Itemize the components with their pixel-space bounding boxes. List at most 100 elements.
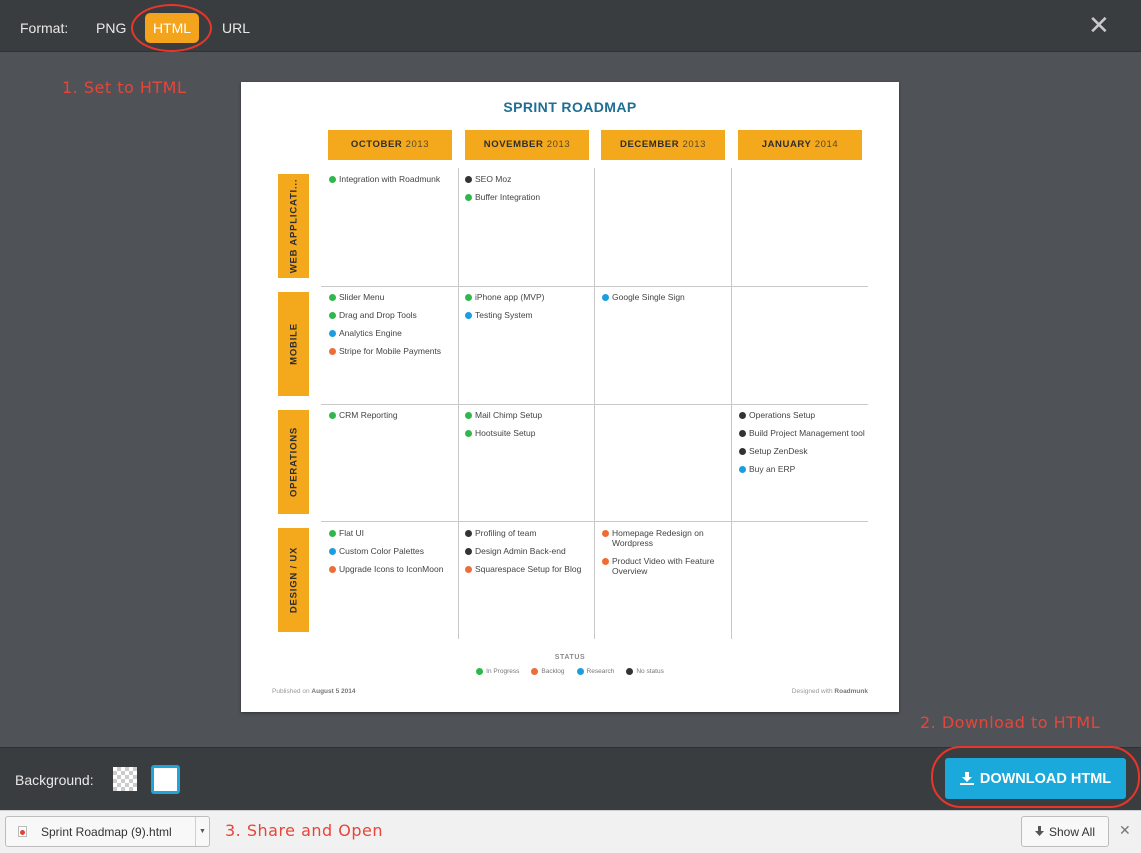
format-option-png[interactable]: PNG xyxy=(96,20,126,36)
roadmap-item[interactable]: Custom Color Palettes xyxy=(329,546,457,556)
roadmap-title: SPRINT ROADMAP xyxy=(503,99,637,115)
designed-with: Designed with Roadmunk xyxy=(792,688,868,695)
roadmap-item[interactable]: Profiling of team xyxy=(465,528,593,538)
column-month: DECEMBER xyxy=(620,139,680,150)
download-icon xyxy=(959,772,974,785)
download-arrow-icon xyxy=(1034,826,1044,836)
download-item[interactable]: Sprint Roadmap (9).html ▼ xyxy=(5,816,210,847)
roadmap-item[interactable]: CRM Reporting xyxy=(329,410,457,420)
roadmap-item[interactable]: Setup ZenDesk xyxy=(739,446,867,456)
roadmap-item[interactable]: Buffer Integration xyxy=(465,192,593,202)
roadmap-item[interactable]: Hootsuite Setup xyxy=(465,428,593,438)
roadmap-cell: SEO Moz Buffer Integration xyxy=(465,174,593,210)
column-header-january: JANUARY 2014 xyxy=(738,130,862,160)
roadmap-item-label: Drag and Drop Tools xyxy=(339,310,417,320)
legend-dot xyxy=(476,668,484,675)
format-bar: Format: PNG HTML URL ✕ xyxy=(0,0,1141,52)
roadmap-cell: iPhone app (MVP) Testing System xyxy=(465,292,593,328)
roadmap-item[interactable]: Buy an ERP xyxy=(739,464,867,474)
background-white-swatch[interactable] xyxy=(151,765,180,794)
lane-header-web-applications: WEB APPLICATI... xyxy=(278,174,309,278)
download-html-button[interactable]: DOWNLOAD HTML xyxy=(945,758,1126,799)
roadmap-item[interactable]: Testing System xyxy=(465,310,593,320)
roadmap-item[interactable]: iPhone app (MVP) xyxy=(465,292,593,302)
column-header-december: DECEMBER 2013 xyxy=(601,130,725,160)
roadmap-item-label: Custom Color Palettes xyxy=(339,546,425,556)
status-dot xyxy=(329,311,336,319)
roadmap-item[interactable]: Design Admin Back-end xyxy=(465,546,593,556)
legend-dot xyxy=(626,668,634,675)
status-dot xyxy=(739,447,746,455)
column-month: NOVEMBER xyxy=(483,139,544,150)
roadmap-item-label: Stripe for Mobile Payments xyxy=(339,346,442,356)
roadmap-item-label: Product Video with Feature Overview xyxy=(612,556,715,576)
roadmap-item-label: Analytics Engine xyxy=(339,328,402,338)
roadmap-cell: CRM Reporting xyxy=(329,410,457,428)
roadmap-item-label: SEO Moz xyxy=(475,174,512,184)
roadmap-item[interactable]: Flat UI xyxy=(329,528,457,538)
roadmap-item[interactable]: Stripe for Mobile Payments xyxy=(329,346,457,356)
roadmap-item[interactable]: Slider Menu xyxy=(329,292,457,302)
legend-item: Research xyxy=(576,668,615,675)
status-dot xyxy=(602,557,609,565)
roadmap-item[interactable]: Analytics Engine xyxy=(329,328,457,338)
roadmap-item[interactable]: Build Project Management tool xyxy=(739,428,867,438)
annotation-step-2: 2. Download to HTML xyxy=(920,713,1101,732)
status-dot xyxy=(329,529,336,537)
roadmap-item[interactable]: Homepage Redesign on Wordpress xyxy=(602,528,730,548)
status-legend: In Progress Backlog Research No status xyxy=(241,668,899,675)
lane-label: DESIGN / UX xyxy=(288,546,299,614)
roadmap-item[interactable]: SEO Moz xyxy=(465,174,593,184)
roadmap-item[interactable]: Squarespace Setup for Blog xyxy=(465,564,593,574)
lane-header-design-ux: DESIGN / UX xyxy=(278,528,309,632)
roadmap-item[interactable]: Google Single Sign xyxy=(602,292,730,302)
roadmap-preview: SPRINT ROADMAP OCTOBER 2013 NOVEMBER 201… xyxy=(241,82,899,712)
roadmap-item[interactable]: Mail Chimp Setup xyxy=(465,410,593,420)
lane-header-operations: OPERATIONS xyxy=(278,410,309,514)
roadmap-item-label: Build Project Management tool xyxy=(749,428,865,438)
roadmap-cell: Mail Chimp Setup Hootsuite Setup xyxy=(465,410,593,446)
file-icon xyxy=(18,826,27,837)
status-dot xyxy=(329,175,336,183)
format-option-url[interactable]: URL xyxy=(222,20,250,36)
roadmap-item-label: Design Admin Back-end xyxy=(475,546,566,556)
status-dot xyxy=(465,529,472,537)
status-dot xyxy=(739,429,746,437)
roadmap-item[interactable]: Upgrade Icons to IconMoon xyxy=(329,564,457,574)
column-month: OCTOBER xyxy=(350,139,403,150)
status-dot xyxy=(465,565,472,573)
background-bar: Background: DOWNLOAD HTML xyxy=(0,747,1141,810)
roadmap-item-label: Flat UI xyxy=(339,528,365,538)
roadmap-cell: Flat UI Custom Color Palettes Upgrade Icon… xyxy=(329,528,457,582)
lane-header-mobile: MOBILE xyxy=(278,292,309,396)
roadmap-item-label: Integration with Roadmunk xyxy=(339,174,441,184)
column-header-october: OCTOBER 2013 xyxy=(328,130,452,160)
grid-line xyxy=(321,404,868,405)
roadmap-item-label: Profiling of team xyxy=(475,528,537,538)
roadmap-cell: Operations Setup Build Project Management… xyxy=(739,410,867,482)
column-year: 2013 xyxy=(546,139,571,150)
downloads-bar: Sprint Roadmap (9).html ▼ 3. Share and O… xyxy=(0,810,1141,853)
background-transparent-swatch[interactable] xyxy=(113,767,137,791)
legend-label: Research xyxy=(586,668,615,675)
status-dot xyxy=(329,547,336,555)
roadmap-item[interactable]: Product Video with Feature Overview xyxy=(602,556,730,576)
format-option-html[interactable]: HTML xyxy=(145,13,199,43)
chevron-down-icon[interactable]: ▼ xyxy=(195,817,209,846)
status-dot xyxy=(465,293,472,301)
designed-with-brand: Roadmunk xyxy=(834,688,868,695)
column-month: JANUARY xyxy=(761,139,812,150)
roadmap-item[interactable]: Integration with Roadmunk xyxy=(329,174,457,184)
roadmap-item-label: Mail Chimp Setup xyxy=(475,410,543,420)
background-label: Background: xyxy=(15,772,94,788)
show-all-button[interactable]: Show All xyxy=(1021,816,1109,847)
roadmap-item-label: Homepage Redesign on Wordpress xyxy=(612,528,704,548)
close-downloads-icon[interactable]: ✕ xyxy=(1119,822,1131,839)
roadmap-cell: Slider Menu Drag and Drop Tools Analytics … xyxy=(329,292,457,364)
download-html-label: DOWNLOAD HTML xyxy=(979,770,1112,787)
published-label: Published on xyxy=(272,688,310,695)
published-value: August 5 2014 xyxy=(311,688,356,695)
roadmap-item[interactable]: Operations Setup xyxy=(739,410,867,420)
close-icon[interactable]: ✕ xyxy=(1088,11,1110,39)
roadmap-item[interactable]: Drag and Drop Tools xyxy=(329,310,457,320)
